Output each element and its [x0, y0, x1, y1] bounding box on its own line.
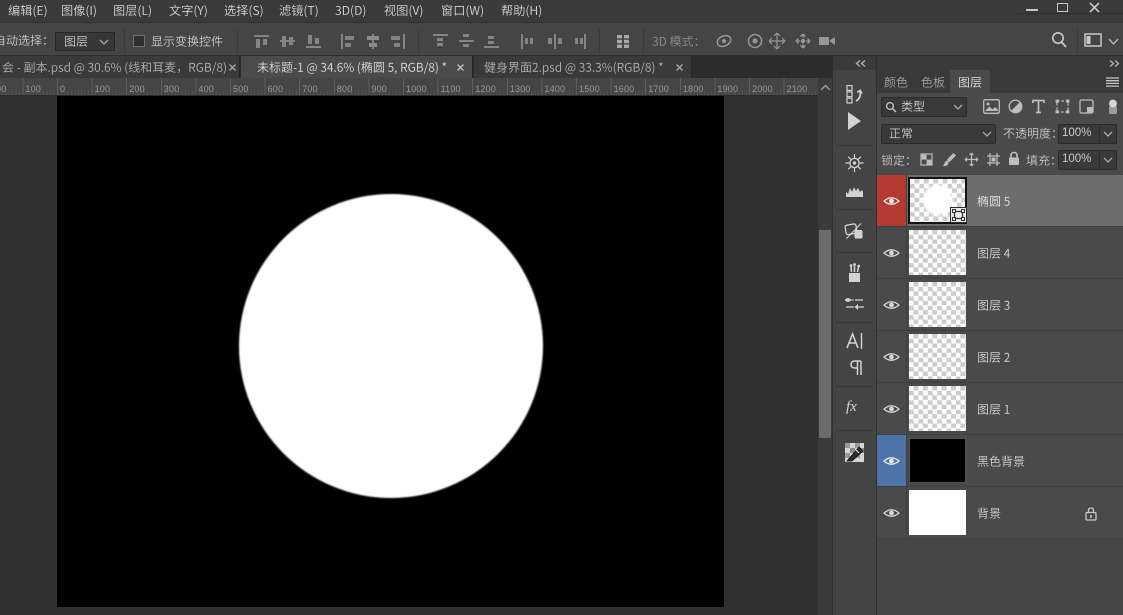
svg-text:fx: fx — [846, 399, 857, 415]
